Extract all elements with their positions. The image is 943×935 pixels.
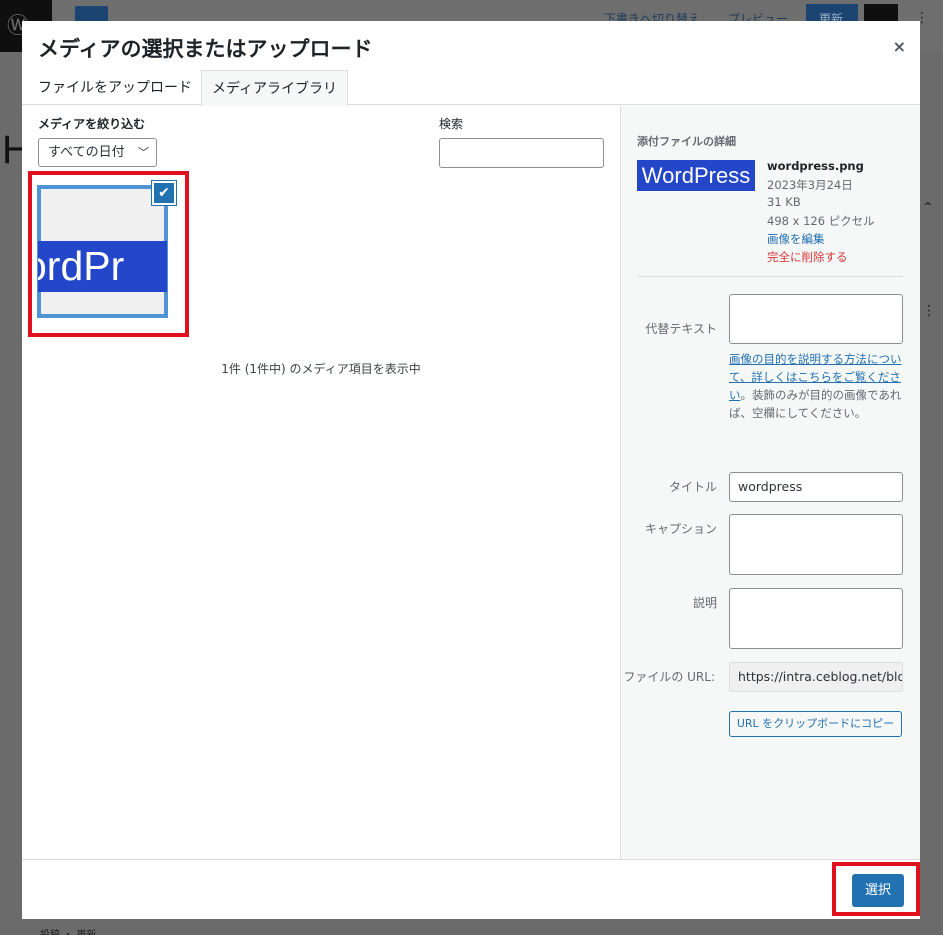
- select-button[interactable]: 選択: [852, 874, 904, 907]
- checkmark-icon[interactable]: ✔: [152, 181, 176, 205]
- details-thumbnail: WordPress: [637, 160, 755, 191]
- image-dimensions: 498 x 126 ピクセル: [767, 214, 875, 228]
- tab-upload-files[interactable]: ファイルをアップロード: [28, 70, 202, 105]
- modal-footer: [22, 859, 920, 919]
- modal-tabs: ファイルをアップロード メディアライブラリ: [22, 70, 920, 106]
- filter-media-label: メディアを絞り込む: [38, 117, 146, 131]
- file-url-field[interactable]: https://intra.ceblog.net/blo: [729, 662, 903, 692]
- edit-image-link[interactable]: 画像を編集: [767, 231, 825, 247]
- delete-permanently-link[interactable]: 完全に削除する: [767, 249, 848, 265]
- chevron-down-icon: ﹀: [138, 146, 149, 159]
- title-field[interactable]: wordpress: [729, 472, 903, 502]
- search-label: 検索: [439, 117, 464, 131]
- status-text: 投稿 ・ 更新: [40, 926, 96, 935]
- upload-date: 2023年3月24日: [767, 178, 853, 192]
- chevron-up-icon: ⌃: [922, 200, 934, 216]
- description-field[interactable]: [729, 588, 903, 649]
- date-filter-value: すべての日付: [48, 145, 125, 160]
- media-modal: メディアの選択またはアップロード × ファイルをアップロード メディアライブラリ…: [22, 21, 920, 919]
- date-filter-select[interactable]: すべての日付 ﹀: [38, 138, 157, 167]
- divider: [637, 276, 903, 277]
- copy-url-button[interactable]: URL をクリップボードにコピー: [729, 711, 902, 737]
- file-size: 31 KB: [767, 195, 801, 209]
- attachment-details-sidebar: 添付ファイルの詳細 WordPress wordpress.png 2023年3…: [620, 106, 920, 859]
- title-label: タイトル: [668, 480, 717, 494]
- media-count-text: 1件 (1件中) のメディア項目を表示中: [221, 362, 421, 376]
- alt-text-field[interactable]: [729, 294, 903, 344]
- attachment-details-heading: 添付ファイルの詳細: [637, 135, 736, 148]
- attachment-thumbnail: ordPr: [38, 241, 167, 292]
- alt-text-label: 代替テキスト: [645, 322, 717, 336]
- more-options-icon: ⋮: [922, 303, 936, 319]
- file-url-label: ファイルの URL:: [623, 670, 715, 684]
- caption-label: キャプション: [644, 522, 717, 536]
- caption-field[interactable]: [729, 514, 903, 575]
- description-label: 説明: [692, 596, 717, 610]
- alt-text-help: 画像の目的を説明する方法について、詳しくはこちらをご覧ください。装飾のみが目的の…: [729, 350, 907, 422]
- close-icon[interactable]: ×: [893, 37, 906, 56]
- filename: wordpress.png: [767, 159, 864, 173]
- tab-media-library[interactable]: メディアライブラリ: [201, 70, 349, 106]
- alt-text-help-text: 。装飾のみが目的の画像であれば、空欄にしてください。: [729, 388, 902, 420]
- modal-title: メディアの選択またはアップロード: [38, 38, 373, 61]
- search-input[interactable]: [439, 138, 604, 168]
